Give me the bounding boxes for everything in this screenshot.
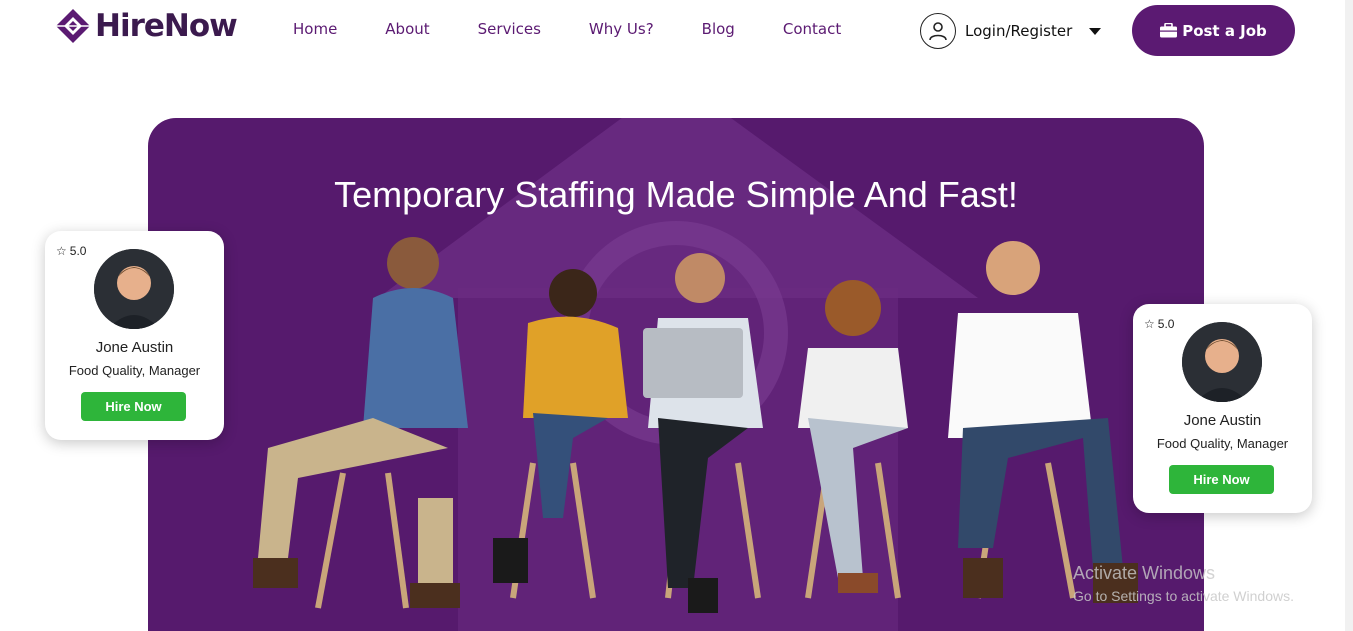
hero-banner: Temporary Staffing Made Simple And Fast! [148, 118, 1204, 631]
nav-blog[interactable]: Blog [702, 20, 735, 38]
rating-value: 5.0 [1157, 317, 1175, 331]
star-icon: ☆ [56, 244, 67, 258]
candidate-name: Jone Austin [1183, 412, 1262, 429]
nav-services[interactable]: Services [478, 20, 541, 38]
candidate-name: Jone Austin [95, 339, 174, 356]
chevron-down-icon [1089, 27, 1102, 35]
windows-activation-watermark: Activate Windows Go to Settings to activ… [1073, 563, 1294, 604]
page-scrollbar[interactable] [1345, 0, 1353, 631]
candidate-card: ☆ 5.0 Jone Austin Food Quality, Manager … [45, 231, 224, 440]
login-register-label: Login/Register [965, 22, 1073, 40]
logo-text: HireNow [95, 8, 238, 44]
candidate-role: Food Quality, Manager [1156, 436, 1289, 451]
hire-now-button[interactable]: Hire Now [1169, 465, 1274, 494]
post-job-button[interactable]: Post a Job [1132, 5, 1295, 56]
briefcase-icon [1160, 23, 1178, 38]
login-register-menu[interactable]: Login/Register [920, 13, 1102, 49]
hire-now-button[interactable]: Hire Now [81, 392, 186, 421]
star-icon: ☆ [1144, 317, 1155, 331]
nav-contact[interactable]: Contact [783, 20, 841, 38]
candidate-card: ☆ 5.0 Jone Austin Food Quality, Manager … [1133, 304, 1312, 513]
rating: ☆ 5.0 [56, 244, 86, 258]
post-job-label: Post a Job [1182, 21, 1267, 40]
logo-icon [56, 9, 90, 43]
nav-why-us[interactable]: Why Us? [589, 20, 654, 38]
user-circle-icon [920, 13, 956, 49]
logo[interactable]: HireNow [55, 8, 238, 44]
site-header: HireNow Home About Services Why Us? Blog… [0, 0, 1353, 62]
candidate-role: Food Quality, Manager [68, 363, 201, 378]
seated-people-image [253, 237, 1138, 613]
avatar [94, 249, 174, 329]
watermark-subtitle: Go to Settings to activate Windows. [1073, 588, 1294, 604]
nav-about[interactable]: About [385, 20, 429, 38]
watermark-title: Activate Windows [1073, 563, 1216, 583]
rating-value: 5.0 [69, 244, 87, 258]
main-nav: Home About Services Why Us? Blog Contact [293, 20, 841, 38]
avatar [1182, 322, 1262, 402]
rating: ☆ 5.0 [1144, 317, 1174, 331]
nav-home[interactable]: Home [293, 20, 337, 38]
